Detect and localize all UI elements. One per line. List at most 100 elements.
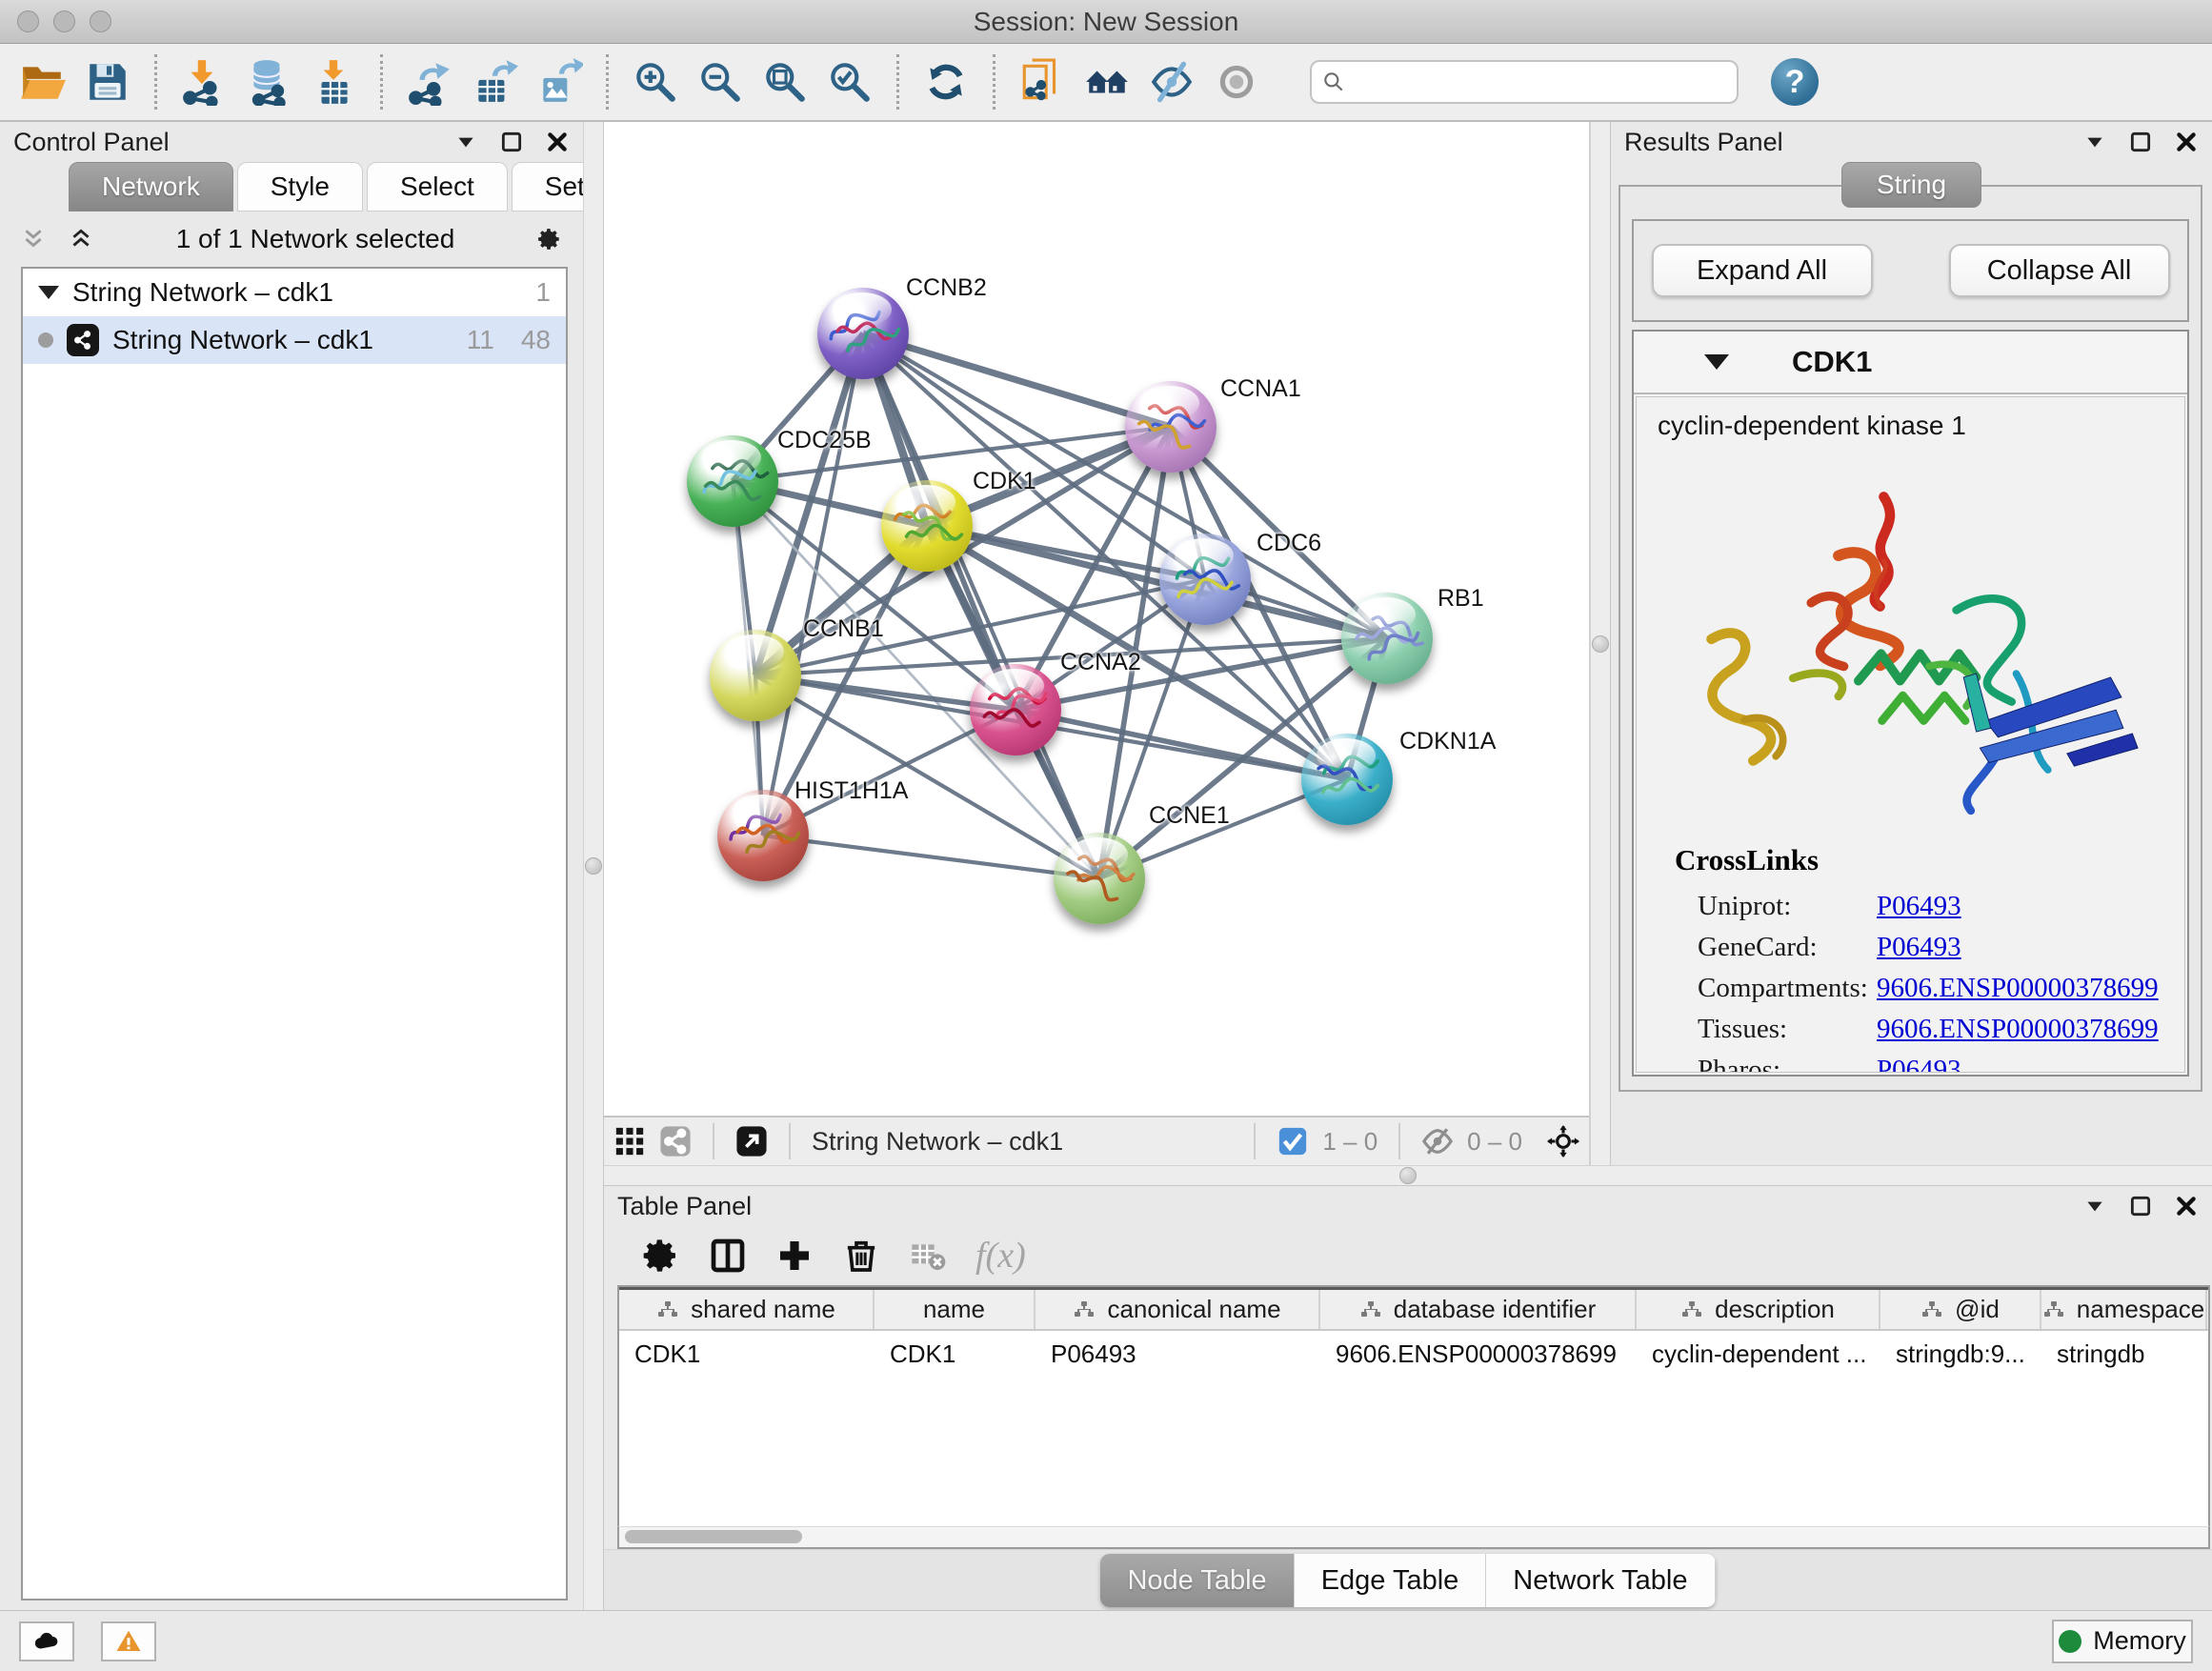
expand-all-button[interactable]: Expand All <box>1652 244 1873 297</box>
export-network-icon[interactable] <box>400 51 459 112</box>
tab-style[interactable]: Style <box>237 162 363 211</box>
import-network-file-icon[interactable] <box>174 51 233 112</box>
search-input[interactable] <box>1354 68 1727 97</box>
zoom-out-icon[interactable] <box>691 51 750 112</box>
crosslink-link[interactable]: P06493 <box>1877 1055 1961 1073</box>
table-settings-gear-icon[interactable] <box>642 1237 680 1275</box>
network-node-CCNB2[interactable] <box>817 288 909 379</box>
left-splitter[interactable] <box>583 122 604 1610</box>
results-buttons-row: Expand All Collapse All <box>1632 219 2189 322</box>
scrollbar-thumb[interactable] <box>625 1530 802 1543</box>
hide-selected-icon[interactable] <box>1142 51 1201 112</box>
crosslink-row: GeneCard:P06493 <box>1698 932 2184 963</box>
tab-network[interactable]: Network <box>69 162 233 211</box>
warnings-button[interactable] <box>101 1621 156 1661</box>
share-view-icon[interactable] <box>659 1125 692 1158</box>
memory-button[interactable]: Memory <box>2052 1620 2193 1663</box>
network-node-CDKN1A[interactable] <box>1301 734 1393 825</box>
panel-float-icon[interactable] <box>2128 130 2153 154</box>
panel-float-icon[interactable] <box>2128 1194 2153 1218</box>
fit-content-crosshair-icon[interactable] <box>1547 1125 1579 1158</box>
table-row[interactable]: CDK1CDK1P064939606.ENSP00000378699cyclin… <box>619 1331 2208 1377</box>
gene-section-header[interactable]: CDK1 <box>1634 332 2187 394</box>
column-header-canonical-name[interactable]: canonical name <box>1036 1290 1320 1329</box>
show-columns-icon[interactable] <box>709 1237 747 1275</box>
crosslink-row: Compartments:9606.ENSP00000378699 <box>1698 973 2184 1004</box>
import-table-file-icon[interactable] <box>304 51 363 112</box>
gear-icon[interactable] <box>537 227 562 252</box>
collapse-section-icon[interactable] <box>1704 354 1729 370</box>
import-network-database-icon[interactable] <box>239 51 298 112</box>
tab-select[interactable]: Select <box>367 162 508 211</box>
network-tree-item-row[interactable]: String Network – cdk1 11 48 <box>23 316 566 364</box>
splitter-handle-icon[interactable] <box>1592 635 1609 653</box>
network-tree-root-row[interactable]: String Network – cdk1 1 <box>23 269 566 316</box>
network-node-CDC6[interactable] <box>1159 534 1251 625</box>
column-header-database-identifier[interactable]: database identifier <box>1320 1290 1637 1329</box>
network-node-label: CCNB2 <box>906 274 987 302</box>
panel-menu-icon[interactable] <box>2082 1194 2107 1218</box>
tree-expand-icon[interactable] <box>38 286 59 299</box>
collapse-all-button[interactable]: Collapse All <box>1949 244 2170 297</box>
save-session-icon[interactable] <box>78 51 137 112</box>
crosslink-link[interactable]: 9606.ENSP00000378699 <box>1877 973 2159 1004</box>
open-session-icon[interactable] <box>13 51 72 112</box>
crosslink-link[interactable]: 9606.ENSP00000378699 <box>1877 1014 2159 1045</box>
control-panel-title: Control Panel <box>13 128 170 157</box>
network-title: String Network – cdk1 <box>812 1127 1233 1157</box>
refresh-icon[interactable] <box>916 51 975 112</box>
help-icon[interactable]: ? <box>1771 58 1819 106</box>
network-node-CCNE1[interactable] <box>1054 833 1145 924</box>
network-canvas[interactable]: CCNB2CCNA1CDC25BCDK1CDC6RB1CCNB1CCNA2CDK… <box>604 122 1590 1116</box>
network-node-CCNA2[interactable] <box>970 664 1061 755</box>
splitter-handle-icon[interactable] <box>585 857 602 875</box>
show-all-icon[interactable] <box>1207 51 1266 112</box>
column-header-namespace[interactable]: namespace <box>2041 1290 2207 1329</box>
open-in-new-window-icon[interactable] <box>735 1125 768 1158</box>
selected-checkbox-icon[interactable] <box>1277 1125 1309 1158</box>
network-node-label: CCNA2 <box>1060 649 1141 676</box>
panel-menu-icon[interactable] <box>453 130 478 154</box>
export-image-icon[interactable] <box>530 51 589 112</box>
tab-node-table[interactable]: Node Table <box>1100 1554 1294 1607</box>
crosslink-link[interactable]: P06493 <box>1877 932 1961 963</box>
zoom-in-icon[interactable] <box>626 51 685 112</box>
network-node-RB1[interactable] <box>1341 593 1433 684</box>
export-table-icon[interactable] <box>465 51 524 112</box>
network-node-CCNB1[interactable] <box>710 630 801 721</box>
share-document-icon[interactable] <box>1013 51 1072 112</box>
column-header--id[interactable]: @id <box>1880 1290 2041 1329</box>
crosslink-link[interactable]: P06493 <box>1877 891 1961 922</box>
tab-network-table[interactable]: Network Table <box>1486 1554 1715 1607</box>
panel-menu-icon[interactable] <box>2082 130 2107 154</box>
cloud-status-button[interactable] <box>19 1621 74 1661</box>
panel-float-icon[interactable] <box>499 130 524 154</box>
zoom-fit-icon[interactable] <box>755 51 814 112</box>
hidden-eye-slash-icon[interactable] <box>1421 1125 1454 1158</box>
network-node-CDK1[interactable] <box>881 480 973 572</box>
column-header-name[interactable]: name <box>875 1290 1036 1329</box>
network-node-CCNA1[interactable] <box>1125 381 1217 473</box>
table-cell: P06493 <box>1036 1331 1320 1377</box>
splitter-handle-icon[interactable] <box>1399 1167 1417 1184</box>
tab-edge-table[interactable]: Edge Table <box>1295 1554 1487 1607</box>
table-hscrollbar[interactable] <box>617 1526 2210 1549</box>
expand-all-tree-icon[interactable] <box>69 227 93 252</box>
panel-close-icon[interactable] <box>545 130 570 154</box>
grid-view-icon[interactable] <box>613 1125 646 1158</box>
network-node-CDC25B[interactable] <box>687 435 778 527</box>
results-splitter[interactable] <box>1590 122 1611 1165</box>
zoom-selected-icon[interactable] <box>820 51 879 112</box>
panel-close-icon[interactable] <box>2174 1194 2199 1218</box>
table-panel-header: Table Panel <box>604 1186 2212 1226</box>
node-gloss <box>1317 738 1376 773</box>
column-header-shared-name[interactable]: shared name <box>619 1290 875 1329</box>
string-home-icon[interactable] <box>1077 51 1136 112</box>
add-column-icon[interactable] <box>775 1237 814 1275</box>
column-header-description[interactable]: description <box>1637 1290 1880 1329</box>
panel-close-icon[interactable] <box>2174 130 2199 154</box>
tab-string[interactable]: String <box>1841 162 1981 208</box>
table-splitter[interactable] <box>604 1165 2212 1186</box>
collapse-all-tree-icon[interactable] <box>21 227 46 252</box>
delete-column-trash-icon[interactable] <box>842 1237 880 1275</box>
